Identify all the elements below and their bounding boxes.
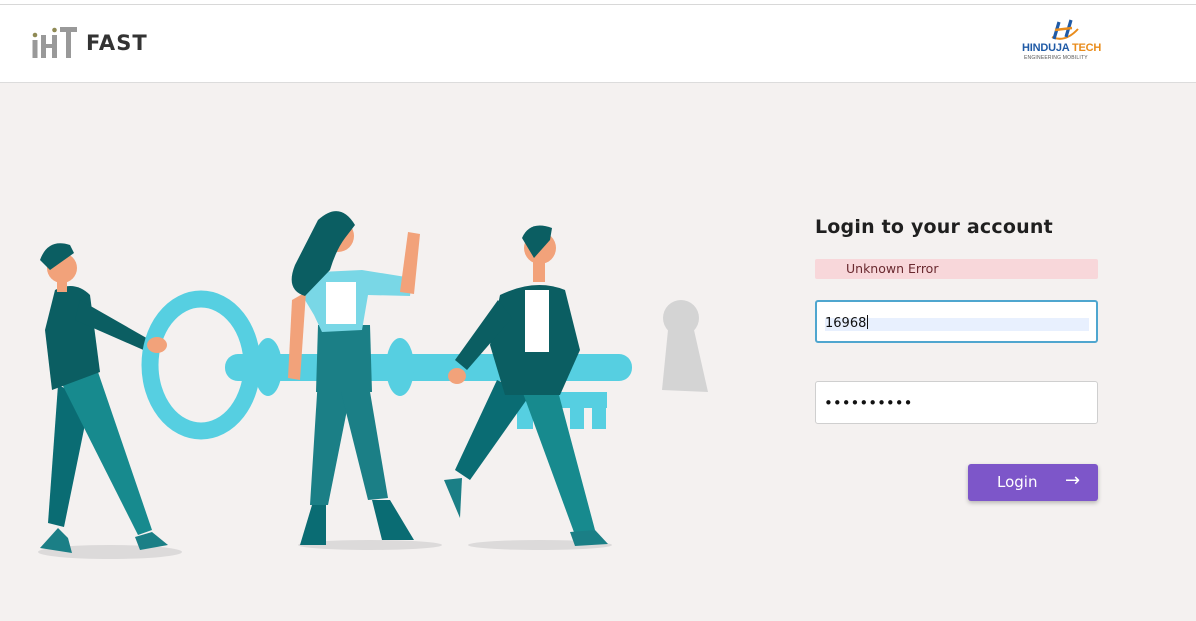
login-title: Login to your account	[815, 216, 1053, 238]
password-field[interactable]: ••••••••••	[815, 381, 1098, 424]
arrow-right-icon: →	[1065, 470, 1081, 491]
password-value: ••••••••••	[824, 394, 913, 412]
header: FAST HINDUJA TECH ENGINEERING MOBILITY	[0, 5, 1196, 83]
error-message: Unknown Error	[846, 261, 939, 276]
app-name: FAST	[86, 31, 148, 55]
person-right-figure	[444, 225, 608, 546]
brand-logo: HINDUJA TECH ENGINEERING MOBILITY	[1022, 19, 1106, 67]
login-button[interactable]: Login →	[968, 464, 1098, 501]
app-logo[interactable]: FAST	[30, 25, 148, 61]
username-value: 16968	[825, 315, 869, 331]
brand-name: HINDUJA TECH	[1022, 42, 1101, 54]
hinduja-tech-logo-icon	[1051, 19, 1079, 40]
brand-name-main: HINDUJA	[1022, 42, 1070, 54]
keyhole-icon	[662, 300, 708, 392]
text-caret	[867, 315, 869, 329]
fast-logo-icon	[32, 27, 77, 58]
error-alert: Unknown Error	[815, 259, 1098, 279]
key-illustration	[38, 211, 708, 559]
brand-tagline: ENGINEERING MOBILITY	[1024, 55, 1088, 61]
username-text: 16968	[825, 316, 867, 331]
brand-name-accent: TECH	[1071, 42, 1102, 54]
username-field[interactable]: 16968	[815, 300, 1098, 343]
login-button-label: Login	[997, 473, 1038, 491]
